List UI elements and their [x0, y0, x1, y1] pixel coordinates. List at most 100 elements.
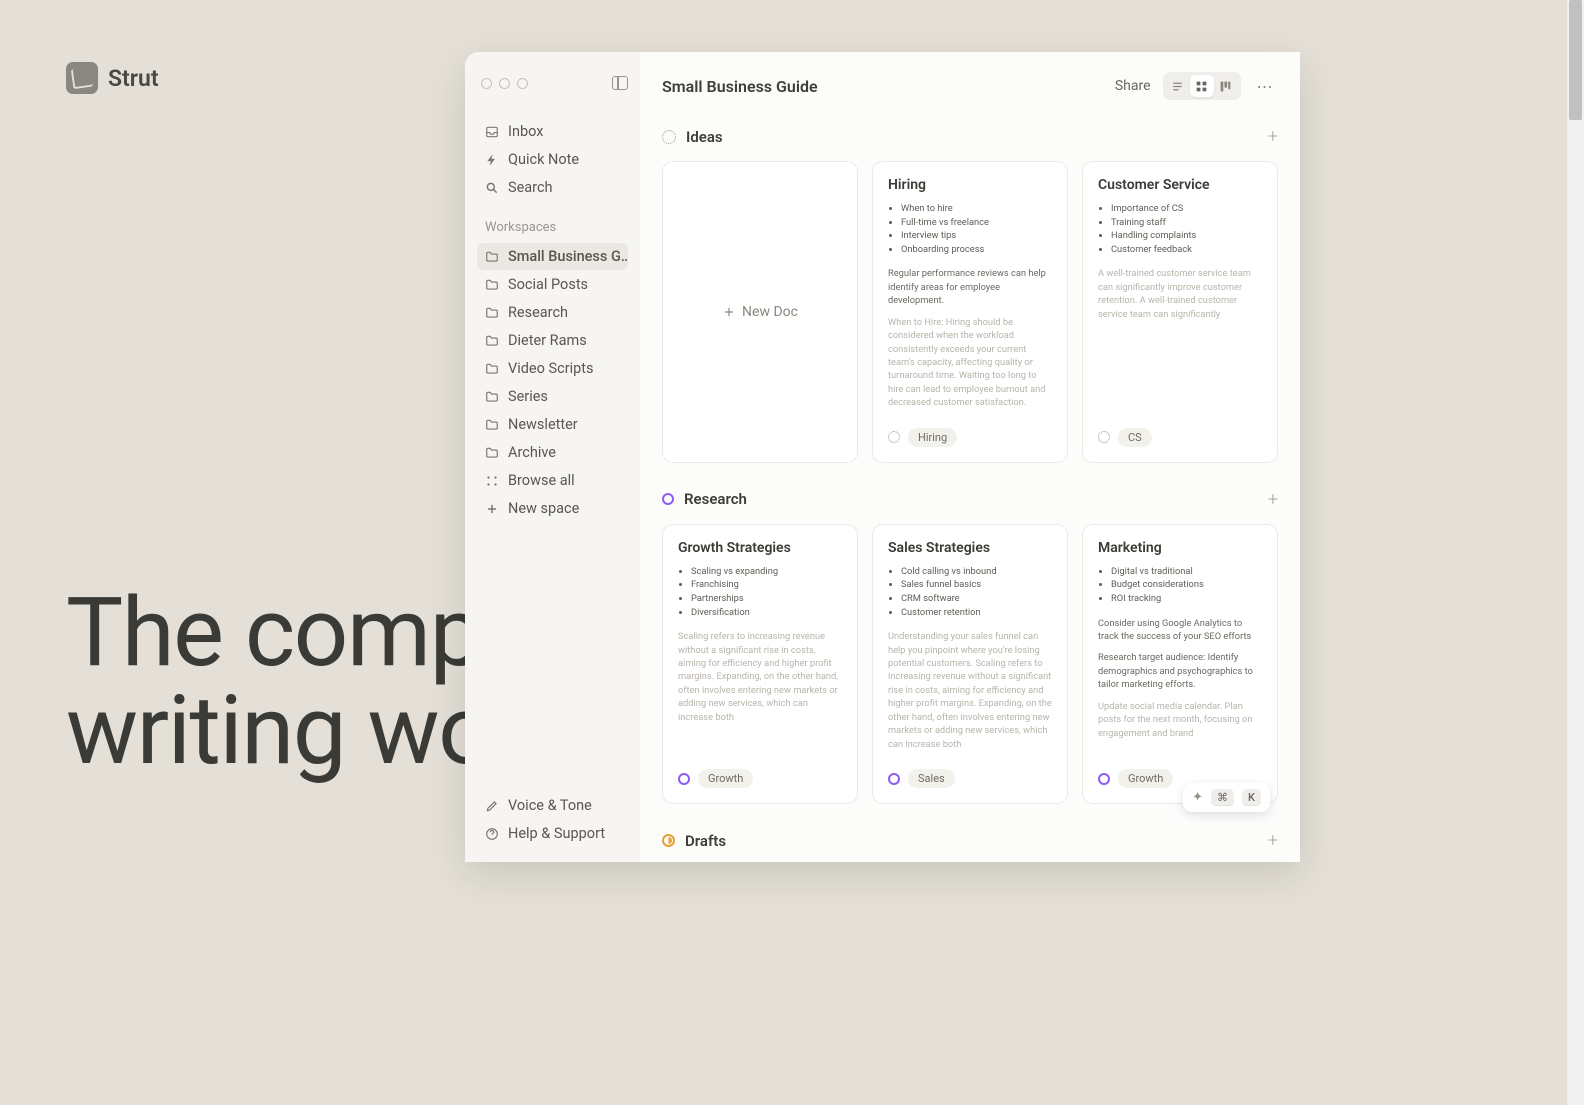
folder-icon [485, 390, 499, 404]
pencil-icon [485, 799, 499, 813]
section-title: Drafts [685, 832, 726, 850]
card-footer: Sales [888, 759, 1052, 788]
workspace-social-posts[interactable]: Social Posts [477, 271, 628, 298]
card-bullets: Importance of CS Training staff Handling… [1098, 203, 1262, 257]
section-header-research: Research + [662, 489, 1278, 510]
workspaces-list: Small Business G… Social Posts Research … [477, 243, 628, 523]
footer-label: Help & Support [508, 825, 605, 842]
bullet: Sales funnel basics [901, 579, 1052, 592]
card-bullets: Cold calling vs inbound Sales funnel bas… [888, 566, 1052, 620]
card-sales-strategies[interactable]: Sales Strategies Cold calling vs inbound… [872, 524, 1068, 804]
section-header-ideas: Ideas + [662, 126, 1278, 147]
voice-tone-button[interactable]: Voice & Tone [477, 792, 628, 819]
page-scrollbar[interactable] [1567, 0, 1584, 1105]
bullet: Importance of CS [1111, 203, 1262, 216]
bullet: Franchising [691, 579, 842, 592]
card-tag[interactable]: Growth [698, 769, 753, 788]
card-body-fade: When to Hire: Hiring should be considere… [888, 316, 1052, 410]
strut-logo-icon [66, 62, 98, 94]
card-customer-service[interactable]: Customer Service Importance of CS Traini… [1082, 161, 1278, 463]
card-hiring[interactable]: Hiring When to hire Full-time vs freelan… [872, 161, 1068, 463]
research-status-icon [662, 493, 674, 505]
folder-icon [485, 362, 499, 376]
bullet: Partnerships [691, 593, 842, 606]
bullet: CRM software [901, 593, 1052, 606]
section-header-drafts: Drafts + [662, 830, 1278, 851]
workspaces-heading: Workspaces [477, 216, 628, 239]
status-dotted-icon [1098, 431, 1110, 443]
bullet: Customer feedback [1111, 244, 1262, 257]
kbd-cmd: ⌘ [1211, 789, 1234, 806]
more-menu-button[interactable]: ⋯ [1253, 77, 1279, 96]
sparkle-icon: ✦ [1192, 790, 1203, 805]
workspace-newsletter[interactable]: Newsletter [477, 411, 628, 438]
add-draft-button[interactable]: + [1268, 830, 1278, 851]
card-body: Regular performance reviews can help ide… [888, 267, 1052, 307]
card-bullets: When to hire Full-time vs freelance Inte… [888, 203, 1052, 257]
card-tag[interactable]: Sales [908, 769, 955, 788]
add-research-button[interactable]: + [1268, 489, 1278, 510]
workspace-label: Archive [508, 444, 556, 461]
card-growth-strategies[interactable]: Growth Strategies Scaling vs expanding F… [662, 524, 858, 804]
workspace-series[interactable]: Series [477, 383, 628, 410]
new-space-label: New space [508, 500, 579, 517]
card-footer: Hiring [888, 418, 1052, 447]
view-board-button[interactable] [1214, 75, 1238, 97]
maximize-window-dot[interactable] [517, 78, 528, 89]
sidebar: Inbox Quick Note Search Workspaces Small… [465, 52, 640, 862]
workspace-dieter-rams[interactable]: Dieter Rams [477, 327, 628, 354]
folder-icon [485, 306, 499, 320]
new-doc-card[interactable]: New Doc [662, 161, 858, 463]
card-body-fade: A well-trained customer service team can… [1098, 267, 1262, 321]
plus-icon [485, 502, 499, 516]
minimize-window-dot[interactable] [499, 78, 510, 89]
app-window: Inbox Quick Note Search Workspaces Small… [465, 52, 1300, 862]
grid-icon [485, 474, 499, 488]
command-palette-shortcut[interactable]: ✦ ⌘ K [1183, 783, 1270, 812]
nav-label: Inbox [508, 123, 543, 140]
view-grid-button[interactable] [1190, 75, 1214, 97]
workspace-label: Social Posts [508, 276, 588, 293]
status-purple-icon [888, 773, 900, 785]
workspace-small-business-guide[interactable]: Small Business G… [477, 243, 628, 270]
browse-all-button[interactable]: Browse all [477, 467, 628, 494]
workspace-archive[interactable]: Archive [477, 439, 628, 466]
share-button[interactable]: Share [1115, 78, 1151, 94]
brand-name: Strut [108, 65, 159, 92]
nav-search[interactable]: Search [477, 174, 628, 201]
folder-icon [485, 334, 499, 348]
card-tag[interactable]: Growth [1118, 769, 1173, 788]
bullet: Customer retention [901, 607, 1052, 620]
card-title: Marketing [1098, 540, 1262, 556]
nav-inbox[interactable]: Inbox [477, 118, 628, 145]
card-tag[interactable]: Hiring [908, 428, 957, 447]
kbd-k: K [1242, 789, 1261, 806]
ideas-row: New Doc Hiring When to hire Full-time vs… [662, 161, 1278, 463]
status-purple-icon [1098, 773, 1110, 785]
inbox-icon [485, 125, 499, 139]
workspace-label: Video Scripts [508, 360, 594, 377]
bullet: Training staff [1111, 217, 1262, 230]
card-footer: CS [1098, 418, 1262, 447]
nav-quick-note[interactable]: Quick Note [477, 146, 628, 173]
workspace-label: Small Business G… [508, 248, 628, 265]
workspace-video-scripts[interactable]: Video Scripts [477, 355, 628, 382]
main-panel: Small Business Guide Share ⋯ Ideas + [640, 52, 1300, 862]
add-idea-button[interactable]: + [1268, 126, 1278, 147]
folder-icon [485, 250, 499, 264]
view-list-button[interactable] [1166, 75, 1190, 97]
workspace-research[interactable]: Research [477, 299, 628, 326]
sidebar-toggle-icon[interactable] [612, 76, 628, 90]
section-title: Research [684, 490, 747, 508]
bullet: Interview tips [901, 230, 1052, 243]
card-footer: Growth [678, 759, 842, 788]
bullet: Diversification [691, 607, 842, 620]
card-tag[interactable]: CS [1118, 428, 1152, 447]
close-window-dot[interactable] [481, 78, 492, 89]
help-support-button[interactable]: Help & Support [477, 820, 628, 847]
card-marketing[interactable]: Marketing Digital vs traditional Budget … [1082, 524, 1278, 804]
new-space-button[interactable]: New space [477, 495, 628, 522]
bullet: Onboarding process [901, 244, 1052, 257]
folder-icon [485, 446, 499, 460]
folder-icon [485, 418, 499, 432]
